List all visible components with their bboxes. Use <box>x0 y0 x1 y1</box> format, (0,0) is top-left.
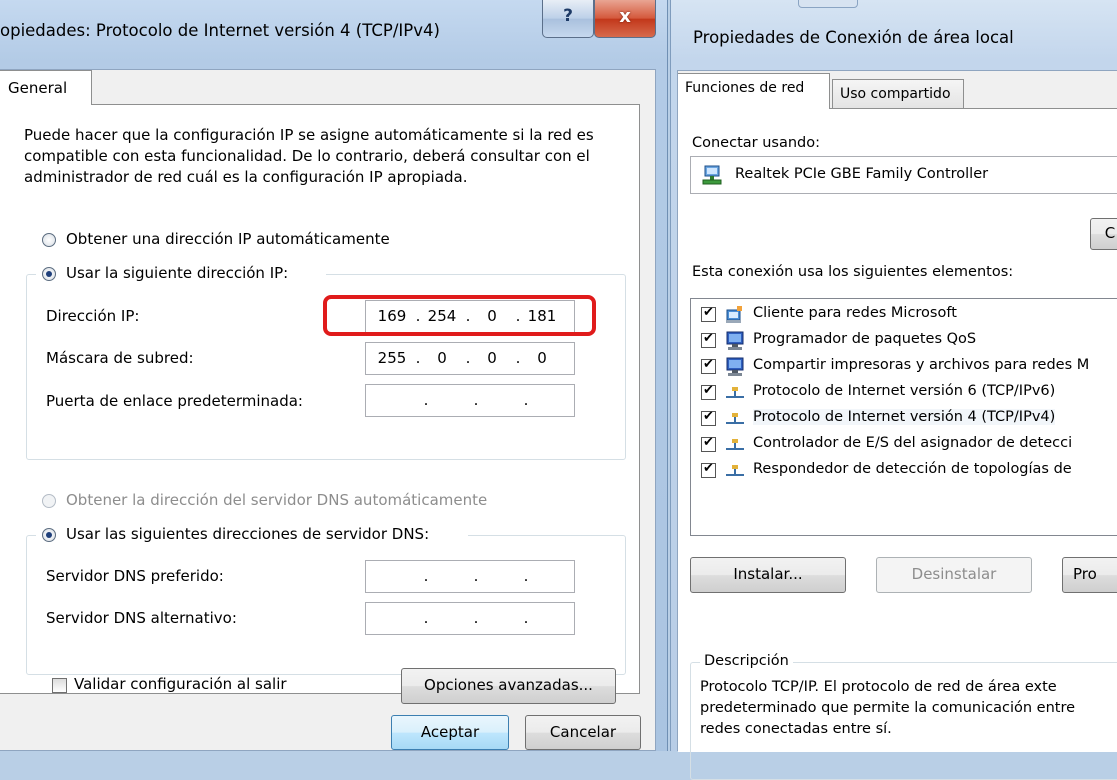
tab-sharing-label: Uso compartido <box>840 86 951 102</box>
item-checkbox[interactable] <box>701 461 716 478</box>
item-checkbox[interactable] <box>701 383 716 400</box>
client-icon <box>726 306 742 323</box>
install-button[interactable]: Instalar... <box>690 557 846 593</box>
service-icon <box>726 357 744 376</box>
caption-button[interactable] <box>798 0 858 8</box>
item-checkbox[interactable] <box>701 305 716 322</box>
mask-octet-2: 0 <box>437 349 447 367</box>
protocol-icon <box>726 413 744 424</box>
protocol-icon <box>726 387 744 398</box>
validate-label: Validar configuración al salir <box>74 675 287 693</box>
general-tab-panel: Puede hacer que la configuración IP se a… <box>0 104 640 704</box>
item-checkbox[interactable] <box>701 435 716 452</box>
dialog-title: opiedades: Protocolo de Internet versión… <box>0 21 440 40</box>
ip-dot: . <box>423 567 429 585</box>
items-label: Esta conexión usa los siguientes element… <box>692 264 1014 280</box>
cancel-button[interactable]: Cancelar <box>525 715 641 750</box>
item-label: Protocolo de Internet versión 4 (TCP/IPv… <box>753 409 1056 425</box>
dialog-title: Propiedades de Conexión de área local <box>693 28 1014 47</box>
description-text: Protocolo TCP/IP. El protocolo de red de… <box>700 679 1076 737</box>
radio-auto-ip-label: Obtener una dirección IP automáticamente <box>66 230 390 248</box>
lan-connection-properties-dialog: Propiedades de Conexión de área local Fu… <box>670 0 1117 780</box>
close-button[interactable]: x <box>594 0 656 38</box>
radio-manual-dns-label: Usar las siguientes direcciones de servi… <box>66 525 430 543</box>
ok-button[interactable]: Aceptar <box>391 715 509 750</box>
item-checkbox[interactable] <box>701 357 716 374</box>
tab-general[interactable]: General <box>0 70 92 105</box>
gateway-label: Puerta de enlace predeterminada: <box>46 392 303 410</box>
ip-dot: . <box>523 567 529 585</box>
dialog-client-area: General Puede hacer que la configuración… <box>0 69 656 751</box>
subnet-mask-field[interactable]: 255 . 0 . 0 . 0 <box>365 342 575 375</box>
item-checkbox[interactable] <box>701 331 716 348</box>
advanced-options-button[interactable]: Opciones avanzadas... <box>401 668 616 704</box>
radio-manual-ip[interactable] <box>42 267 56 281</box>
adapter-name: Realtek PCIe GBE Family Controller <box>735 166 989 182</box>
radio-manual-ip-label: Usar la siguiente dirección IP: <box>66 264 289 282</box>
protocol-icon <box>726 465 744 476</box>
description-title: Descripción <box>700 653 793 669</box>
ip-dot: . <box>473 567 479 585</box>
gateway-field[interactable]: . . . <box>365 384 575 417</box>
mask-octet-3: 0 <box>487 349 497 367</box>
subnet-mask-label: Máscara de subred: <box>46 349 194 367</box>
item-label: Controlador de E/S del asignador de dete… <box>753 435 1073 451</box>
mask-octet-4: 0 <box>537 349 547 367</box>
adapter-field: Realtek PCIe GBE Family Controller <box>690 156 1117 194</box>
close-icon: x <box>619 6 631 27</box>
intro-text: Puede hacer que la configuración IP se a… <box>24 126 594 186</box>
item-label: Cliente para redes Microsoft <box>753 305 957 321</box>
ip-dot: . <box>423 391 429 409</box>
tab-networking[interactable]: Funciones de red <box>678 73 830 109</box>
radio-manual-dns[interactable] <box>42 528 56 542</box>
item-checkbox[interactable] <box>701 409 716 426</box>
networking-tab-panel: Conectar usando: Realtek PCIe GBE Family… <box>678 108 1117 780</box>
ip-dot: . <box>523 391 529 409</box>
configure-button[interactable]: C <box>1090 218 1117 250</box>
service-icon <box>726 331 744 350</box>
item-label: Respondedor de detección de topologías d… <box>753 461 1072 477</box>
ip-dot: . <box>423 609 429 627</box>
dns-preferred-label: Servidor DNS preferido: <box>46 567 224 585</box>
ip-dot: . <box>473 391 479 409</box>
ip-highlight-box <box>323 295 596 336</box>
network-adapter-icon <box>702 165 722 185</box>
tab-sharing[interactable]: Uso compartido <box>832 79 964 109</box>
dns-alternate-field[interactable]: . . . <box>365 602 575 635</box>
item-label: Compartir impresoras y archivos para red… <box>753 357 1090 373</box>
help-icon: ? <box>563 6 573 26</box>
ip-dot: . <box>523 609 529 627</box>
radio-auto-ip[interactable] <box>42 233 56 247</box>
dialog-client-area: Funciones de red Uso compartido Conectar… <box>677 70 1117 780</box>
item-label: Programador de paquetes QoS <box>753 331 977 347</box>
dns-preferred-field[interactable]: . . . <box>365 560 575 593</box>
tab-general-label: General <box>8 79 68 97</box>
tcpipv4-properties-dialog: opiedades: Protocolo de Internet versión… <box>0 0 668 751</box>
ip-dot: . <box>473 609 479 627</box>
radio-auto-dns[interactable] <box>42 494 56 508</box>
mask-octet-1: 255 <box>377 349 407 367</box>
dns-alternate-label: Servidor DNS alternativo: <box>46 609 237 627</box>
validate-checkbox[interactable] <box>52 678 67 693</box>
help-button[interactable]: ? <box>542 0 594 38</box>
ip-dot: . <box>515 349 521 367</box>
radio-auto-dns-label: Obtener la dirección del servidor DNS au… <box>66 491 488 509</box>
protocol-icon <box>726 439 744 450</box>
uninstall-button[interactable]: Desinstalar <box>876 557 1032 593</box>
ip-address-label: Dirección IP: <box>46 307 140 325</box>
tab-networking-label: Funciones de red <box>685 80 805 96</box>
item-label: Protocolo de Internet versión 6 (TCP/IPv… <box>753 383 1056 399</box>
ip-dot: . <box>465 349 471 367</box>
connect-using-label: Conectar usando: <box>692 135 821 151</box>
ip-dot: . <box>415 349 421 367</box>
components-list: Cliente para redes Microsoft Programador… <box>690 298 1117 536</box>
properties-button[interactable]: Pro <box>1062 557 1117 593</box>
